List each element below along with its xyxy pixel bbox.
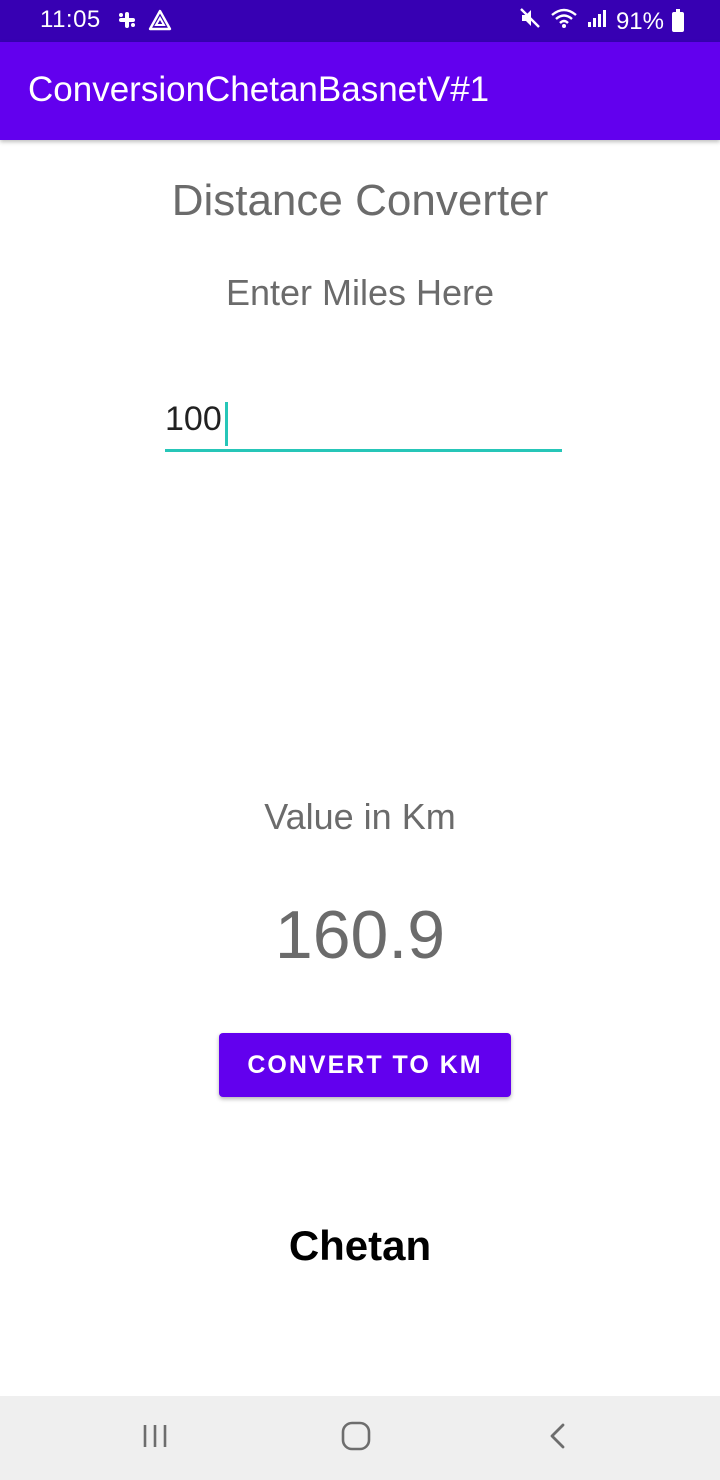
system-status-icons: 91% — [518, 6, 684, 37]
author-name: Chetan — [288, 1222, 432, 1269]
home-button[interactable] — [320, 1410, 392, 1466]
notification-icons — [116, 9, 172, 36]
result-value: 160.9 — [274, 897, 446, 973]
battery-percent: 91% — [615, 7, 664, 35]
page-heading: Distance Converter — [171, 176, 549, 225]
signal-icon — [586, 7, 608, 36]
miles-input-container — [165, 396, 562, 456]
status-bar: 11:05 91% — [0, 0, 720, 42]
text-caret — [225, 402, 228, 446]
miles-prompt-label: Enter Miles Here — [225, 272, 495, 313]
convert-to-km-button[interactable]: CONVERT TO KM — [219, 1033, 511, 1097]
screen: 11:05 91% ConversionChetanBasnetV#1 Dist… — [0, 0, 720, 1480]
app-title: ConversionChetanBasnetV#1 — [28, 70, 490, 109]
back-button[interactable] — [522, 1410, 594, 1466]
slack-icon — [116, 9, 138, 36]
recent-apps-icon — [140, 1421, 170, 1456]
recent-apps-button[interactable] — [119, 1410, 191, 1466]
result-label: Value in Km — [264, 796, 456, 837]
home-icon — [340, 1420, 372, 1457]
status-time: 11:05 — [40, 6, 101, 33]
vpn-triangle-icon — [148, 9, 172, 36]
mute-icon — [518, 6, 542, 37]
battery-icon — [672, 8, 684, 32]
app-bar: ConversionChetanBasnetV#1 — [0, 42, 720, 140]
nav-bar — [0, 1396, 720, 1480]
wifi-icon — [550, 6, 578, 37]
back-icon — [543, 1421, 573, 1456]
